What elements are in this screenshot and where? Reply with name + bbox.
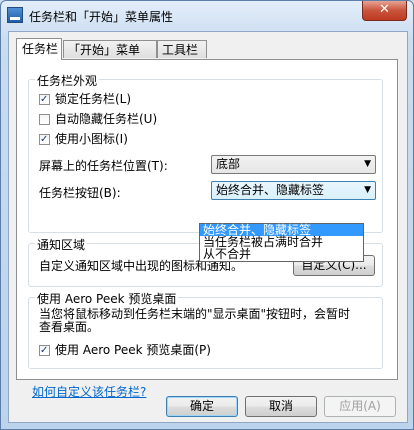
tab-toolbars[interactable]: 工具栏: [157, 40, 207, 58]
notification-legend: 通知区域: [35, 236, 88, 253]
location-value: 底部: [216, 157, 241, 171]
tab-start-menu[interactable]: 「开始」菜单: [63, 40, 157, 58]
tab-taskbar[interactable]: 任务栏: [16, 38, 62, 60]
taskbar-tab-panel: 任务栏外观 锁定任务栏(L) 自动隐藏任务栏(U) 使用小图标(I) 屏幕上的任…: [16, 59, 398, 399]
autohide-label: 自动隐藏任务栏(U): [55, 112, 158, 126]
aero-peek-description-line2: 查看桌面。: [39, 320, 100, 334]
lock-taskbar-label: 锁定任务栏(L): [55, 92, 132, 106]
appearance-group: 任务栏外观 锁定任务栏(L) 自动隐藏任务栏(U) 使用小图标(I) 屏幕上的任…: [28, 72, 383, 233]
buttons-label: 任务栏按钮(B):: [39, 186, 121, 200]
checkbox-box[interactable]: [39, 114, 50, 125]
title-bar[interactable]: 任务栏和「开始」菜单属性 ✕: [1, 1, 413, 31]
aero-peek-checkbox[interactable]: 使用 Aero Peek 预览桌面(P): [39, 342, 211, 359]
autohide-checkbox[interactable]: 自动隐藏任务栏(U): [39, 111, 157, 127]
location-select[interactable]: 底部 ▼: [211, 155, 376, 174]
buttons-value: 始终合并、隐藏标签: [216, 183, 325, 197]
dialog-client: 任务栏 「开始」菜单 工具栏 任务栏外观 锁定任务栏(L) 自动隐藏任务栏(U)…: [8, 31, 408, 423]
help-link[interactable]: 如何自定义该任务栏?: [32, 383, 146, 400]
buttons-dropdown-list: 始终合并、隐藏标签 当任务栏被占满时合并 从不合并: [199, 223, 364, 262]
chevron-down-icon: ▼: [364, 159, 371, 169]
chevron-down-icon: ▼: [364, 185, 371, 195]
small-icons-label: 使用小图标(I): [55, 132, 128, 146]
aero-peek-group: 使用 Aero Peek 预览桌面 当您将鼠标移动到任务栏末端的"显示桌面"按钮…: [28, 290, 383, 369]
small-icons-checkbox[interactable]: 使用小图标(I): [39, 131, 128, 148]
aero-peek-label: 使用 Aero Peek 预览桌面(P): [55, 343, 211, 357]
window-title: 任务栏和「开始」菜单属性: [29, 10, 174, 24]
checkbox-box[interactable]: [39, 92, 50, 108]
apply-button[interactable]: 应用(A): [324, 396, 396, 417]
dropdown-option[interactable]: 从不合并: [200, 248, 363, 260]
location-label: 屏幕上的任务栏位置(T):: [39, 159, 168, 173]
cancel-button[interactable]: 取消: [245, 396, 317, 417]
checkbox-box[interactable]: [39, 343, 50, 359]
lock-taskbar-checkbox[interactable]: 锁定任务栏(L): [39, 91, 132, 108]
taskbar-icon: [7, 7, 23, 23]
appearance-legend: 任务栏外观: [35, 72, 100, 89]
aero-peek-legend: 使用 Aero Peek 预览桌面: [35, 290, 179, 307]
close-button[interactable]: ✕: [362, 1, 407, 21]
checkbox-box[interactable]: [39, 132, 50, 148]
buttons-select[interactable]: 始终合并、隐藏标签 ▼: [211, 181, 376, 200]
properties-window: 任务栏和「开始」菜单属性 ✕ 任务栏 「开始」菜单 工具栏 任务栏外观 锁定任务…: [0, 0, 414, 430]
ok-button[interactable]: 确定: [166, 396, 238, 417]
